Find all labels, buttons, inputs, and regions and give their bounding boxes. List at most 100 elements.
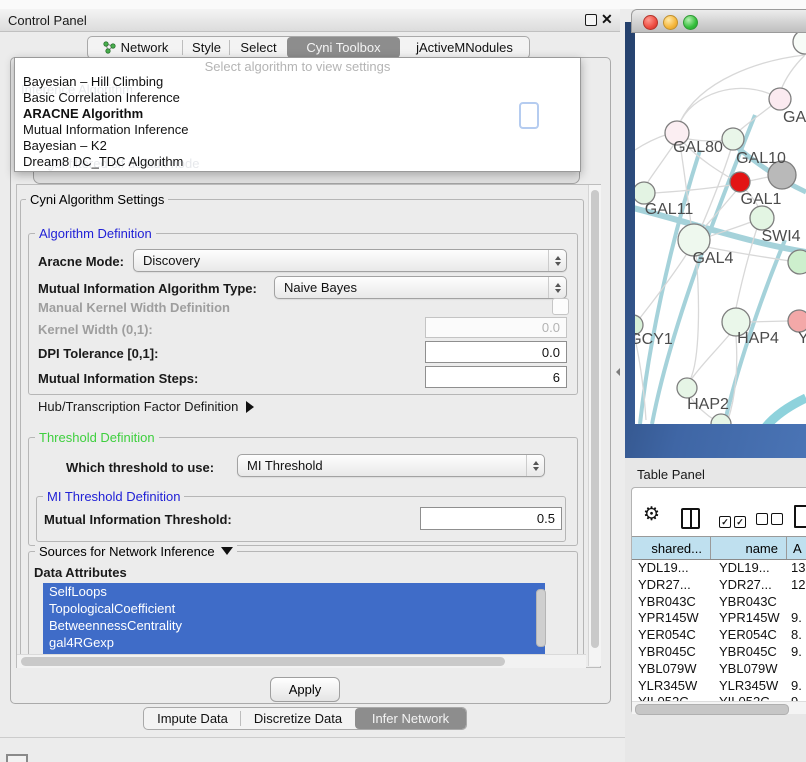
- network-edge[interactable]: [679, 88, 780, 125]
- which-threshold-combobox[interactable]: MI Threshold: [237, 454, 545, 477]
- tab-style[interactable]: Style: [183, 37, 230, 58]
- bottom-tabs: Impute Data Discretize Data Infer Networ…: [143, 707, 467, 730]
- ghost-focused-combo-fragment: [519, 102, 539, 129]
- table-row[interactable]: YER054CYER054C8.: [632, 627, 806, 644]
- checked-boxes-icon[interactable]: ✓✓: [719, 512, 749, 530]
- inference-algorithm-combobox-partial[interactable]: [33, 170, 580, 184]
- minimize-traffic-light-icon[interactable]: [663, 15, 678, 30]
- table-row[interactable]: YDR27...YDR27...12: [632, 577, 806, 594]
- close-icon[interactable]: ✕: [601, 11, 613, 28]
- attribute-list-item[interactable]: SelfLoops: [43, 583, 545, 600]
- algorithm-option[interactable]: Mutual Information Inference: [15, 122, 580, 138]
- network-edge[interactable]: [762, 398, 806, 424]
- table-cell: YIL052C: [711, 694, 787, 701]
- tab-discretize-data[interactable]: Discretize Data: [241, 708, 355, 729]
- table-cell: YDL19...: [711, 560, 787, 577]
- network-node[interactable]: [722, 128, 744, 150]
- scrollbar-thumb[interactable]: [591, 190, 599, 648]
- table-row[interactable]: YIL052CYIL052C9: [632, 694, 806, 701]
- network-node[interactable]: [750, 206, 774, 230]
- network-node[interactable]: [788, 310, 806, 332]
- settings-vertical-scrollbar[interactable]: [588, 185, 601, 666]
- mi-steps-label: Mutual Information Steps:: [38, 371, 198, 386]
- attribute-list-item[interactable]: gal4RGexp: [43, 634, 545, 651]
- table-cell: [787, 594, 806, 611]
- table-row[interactable]: YBR043CYBR043C: [632, 594, 806, 611]
- network-node[interactable]: [788, 250, 806, 274]
- zoom-traffic-light-icon[interactable]: [683, 15, 698, 30]
- column-header-shared[interactable]: shared...: [632, 537, 711, 559]
- data-attributes-list[interactable]: SelfLoopsTopologicalCoefficientBetweenne…: [43, 583, 545, 655]
- aracne-mode-combobox[interactable]: Discovery: [133, 249, 567, 272]
- kernel-width-field[interactable]: 0.0: [425, 317, 567, 338]
- apply-button[interactable]: Apply: [270, 677, 340, 702]
- table-row[interactable]: YPR145WYPR145W9.: [632, 610, 806, 627]
- network-edge[interactable]: [635, 134, 668, 150]
- close-traffic-light-icon[interactable]: [643, 15, 658, 30]
- float-window-icon[interactable]: [585, 14, 597, 26]
- attribute-list-scrollbar[interactable]: [536, 589, 546, 647]
- table-cell: YLR345W: [711, 678, 787, 695]
- network-node[interactable]: [793, 33, 806, 54]
- scrollbar-thumb[interactable]: [635, 704, 789, 715]
- dropdown-placeholder: Select algorithm to view settings: [15, 58, 580, 74]
- network-node[interactable]: [769, 88, 791, 110]
- network-edge[interactable]: [781, 55, 805, 90]
- node-label: GAL: [783, 109, 806, 126]
- node-label: SWI4: [761, 228, 800, 245]
- attribute-list-item[interactable]: BetweennessCentrality: [43, 617, 545, 634]
- sources-title[interactable]: Sources for Network Inference: [35, 544, 237, 559]
- table-row[interactable]: YBR045CYBR045C9.: [632, 644, 806, 661]
- desktop-strip: [0, 0, 806, 9]
- tab-impute-data[interactable]: Impute Data: [144, 708, 241, 729]
- tab-jactivemnodules[interactable]: jActiveMNodules: [400, 37, 529, 58]
- column-header-partial[interactable]: A: [787, 537, 806, 559]
- table-cell: 12: [787, 577, 806, 594]
- table-cell: 8.: [787, 627, 806, 644]
- network-edge[interactable]: [749, 177, 768, 181]
- network-edge[interactable]: [699, 191, 736, 233]
- network-canvas[interactable]: GALGAL80GAL10GAL11GAL1SWI4GAL4GCY1HAP4YH…: [635, 33, 806, 424]
- network-edge[interactable]: [691, 334, 730, 380]
- algorithm-option[interactable]: ARACNE Algorithm: [15, 106, 580, 122]
- minimized-panel-icon[interactable]: [6, 754, 28, 762]
- table-row[interactable]: YDL19...YDL19...13: [632, 560, 806, 577]
- scrollbar-thumb[interactable]: [21, 657, 505, 666]
- gear-icon[interactable]: ⚙: [643, 503, 660, 526]
- mi-threshold-definition-title: MI Threshold Definition: [43, 489, 184, 504]
- mi-algorithm-type-combobox[interactable]: Naive Bayes: [274, 276, 567, 299]
- node-label: GCY1: [635, 331, 673, 348]
- split-columns-icon[interactable]: [681, 508, 700, 529]
- algorithm-option[interactable]: Bayesian – K2: [15, 138, 580, 154]
- tab-network[interactable]: Network: [88, 37, 183, 58]
- panel-divider-grip[interactable]: [616, 368, 620, 376]
- table-row[interactable]: YLR345WYLR345W9.: [632, 678, 806, 695]
- file-icon[interactable]: [794, 505, 806, 528]
- table-row[interactable]: YBL079WYBL079W: [632, 661, 806, 678]
- table-horizontal-scrollbar[interactable]: [632, 701, 806, 714]
- mi-threshold-field[interactable]: 0.5: [420, 507, 562, 530]
- table-cell: YBL079W: [711, 661, 787, 678]
- hub-definition-expander[interactable]: Hub/Transcription Factor Definition: [38, 399, 254, 414]
- table-cell: YBL079W: [632, 661, 711, 678]
- settings-horizontal-scrollbar[interactable]: [17, 654, 586, 668]
- which-threshold-label: Which threshold to use:: [66, 460, 214, 475]
- network-window-titlebar[interactable]: [631, 9, 806, 33]
- network-node[interactable]: [677, 378, 697, 398]
- collapse-down-icon: [221, 547, 233, 555]
- tab-infer-network[interactable]: Infer Network: [355, 708, 466, 729]
- node-label: GAL11: [645, 201, 694, 218]
- stepper-arrows-icon: [548, 277, 566, 298]
- network-node[interactable]: [730, 172, 750, 192]
- table-cell: 13: [787, 560, 806, 577]
- tab-select[interactable]: Select: [230, 37, 287, 58]
- threshold-definition-title: Threshold Definition: [35, 430, 159, 445]
- network-edge[interactable]: [654, 185, 731, 193]
- tab-cyni-toolbox[interactable]: Cyni Toolbox: [287, 37, 400, 58]
- unchecked-boxes-icon[interactable]: [756, 512, 786, 530]
- attribute-list-item[interactable]: TopologicalCoefficient: [43, 600, 545, 617]
- manual-kernel-width-checkbox[interactable]: [552, 298, 569, 315]
- mi-steps-field[interactable]: 6: [425, 366, 567, 388]
- dpi-tolerance-field[interactable]: 0.0: [425, 341, 567, 363]
- column-header-name[interactable]: name: [711, 537, 787, 559]
